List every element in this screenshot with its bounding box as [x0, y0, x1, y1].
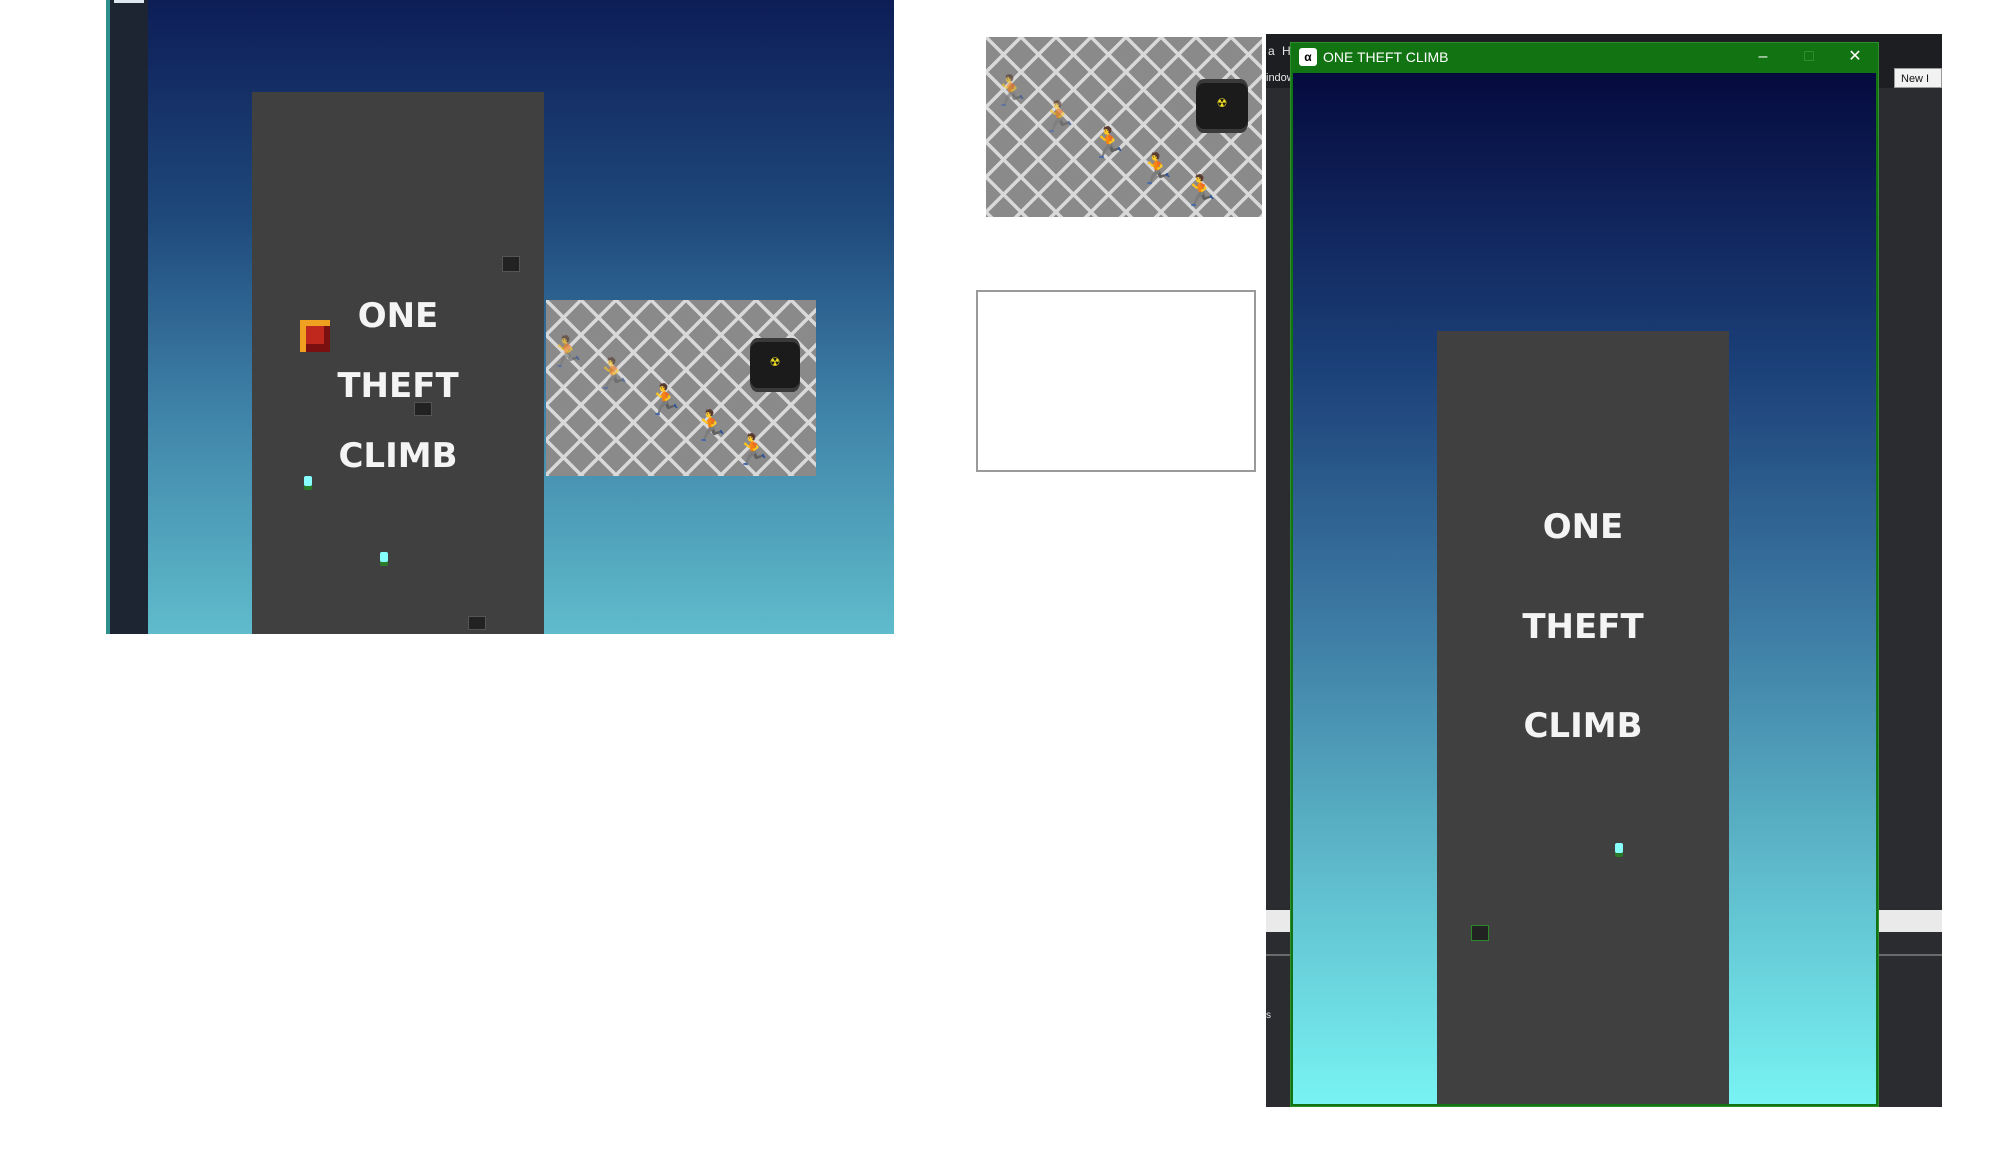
- app-icon: α: [1299, 48, 1317, 66]
- runner-sprite: 🏃: [992, 75, 1030, 108]
- runner-sprite: 🏃: [1090, 127, 1128, 160]
- new-button[interactable]: New I: [1894, 68, 1942, 88]
- red-machine-sprite: [300, 320, 330, 352]
- crate-sprite: [414, 402, 432, 416]
- runner-sprite: 🏃: [594, 358, 632, 391]
- sidebar-strip: [106, 0, 148, 634]
- runner-sprite: 🏃: [1138, 153, 1176, 186]
- title-line-climb: CLIMB: [1523, 706, 1643, 746]
- runner-sprite: 🏃: [692, 410, 730, 443]
- close-button[interactable]: ✕: [1832, 43, 1878, 71]
- side-fragment: s: [1266, 1010, 1271, 1021]
- gem-sprite: [380, 552, 388, 562]
- tilesheet-top: ☢ 🏃 🏃 🏃 🏃 🏃: [986, 37, 1262, 217]
- tower: ONE THEFT CLIMB: [1437, 331, 1729, 1104]
- game-canvas[interactable]: ONE THEFT CLIMB 60: [1293, 73, 1876, 1104]
- crate-sprite: [502, 256, 520, 272]
- title-line-one: ONE: [357, 296, 439, 336]
- gem-sprite: [1615, 843, 1623, 853]
- maximize-button[interactable]: □: [1786, 43, 1832, 71]
- runner-sprite: 🏃: [734, 434, 772, 467]
- title-line-climb: CLIMB: [338, 436, 458, 476]
- menu-fragment[interactable]: a: [1268, 44, 1275, 58]
- radioactive-barrel-icon: ☢: [1196, 79, 1248, 133]
- gem-sprite: [304, 476, 312, 486]
- window-title: ONE THEFT CLIMB: [1323, 49, 1449, 65]
- minimize-button[interactable]: –: [1740, 43, 1786, 71]
- game-preview-left: ONE THEFT CLIMB ☢ 🏃 🏃 🏃 🏃 🏃: [106, 0, 894, 634]
- tilesheet-left: ☢ 🏃 🏃 🏃 🏃 🏃: [546, 300, 816, 476]
- title-line-one: ONE: [1542, 507, 1624, 547]
- crate-sprite: [1471, 925, 1489, 941]
- title-line-theft: THEFT: [337, 366, 459, 406]
- runner-sprite: 🏃: [1040, 101, 1078, 134]
- tower-left: ONE THEFT CLIMB: [252, 92, 544, 634]
- title-line-theft: THEFT: [1522, 607, 1644, 647]
- runner-sprite: 🏃: [646, 384, 684, 417]
- game-window: α ONE THEFT CLIMB – □ ✕ ONE THEFT CLIMB …: [1290, 42, 1879, 1107]
- runner-sprite: 🏃: [1182, 175, 1220, 208]
- crate-sprite: [468, 616, 486, 630]
- window-titlebar[interactable]: α ONE THEFT CLIMB – □ ✕: [1291, 43, 1878, 71]
- runner-sprite: 🏃: [548, 336, 586, 369]
- empty-canvas-panel: [976, 290, 1256, 472]
- radioactive-barrel-icon: ☢: [750, 338, 800, 392]
